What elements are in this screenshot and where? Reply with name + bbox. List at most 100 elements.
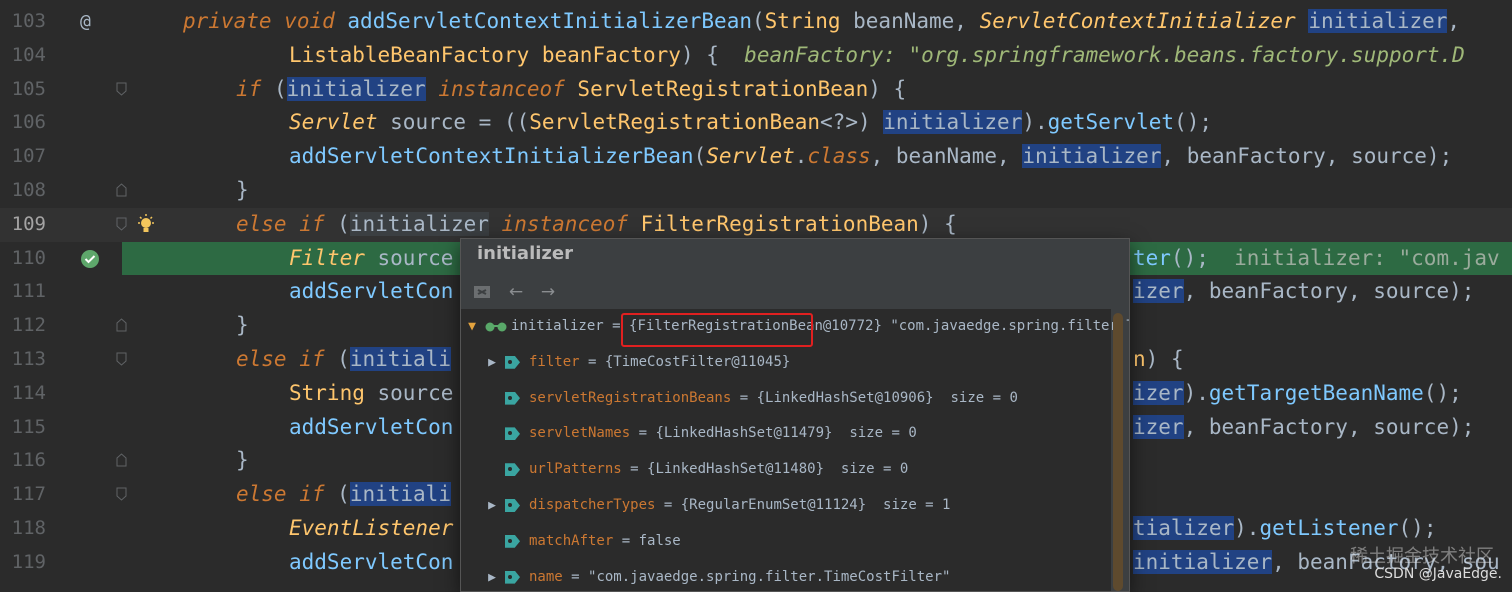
tree-field-row[interactable]: servletRegistrationBeans = {LinkedHashSe… [461,381,1111,417]
code-text: addServletContextInitializerBean(Servlet… [289,144,1453,169]
lightbulb-icon[interactable] [136,213,156,236]
line-number: 103 [11,10,46,32]
tree-field-row[interactable]: ▶ dispatcherTypes = {RegularEnumSet@11124… [461,488,1111,524]
field-name: servletNames [529,425,631,442]
override-icon[interactable]: @ [80,5,91,39]
code-text: } [236,313,249,338]
line-number: 118 [11,517,46,539]
inline-value-hint: initializer: "com.jav [1234,245,1500,270]
code-line[interactable]: 107 addServletContextInitializerBean(Ser… [0,140,1512,174]
line-number: 114 [11,381,46,404]
field-name: name [529,568,563,585]
field-name: matchAfter [529,532,614,549]
field-value: = {LinkedHashSet@10906} [739,389,934,406]
code-text: if (initializer instanceof ServletRegist… [236,76,907,101]
code-line[interactable]: 104 ListableBeanFactory beanFactory) { b… [0,39,1512,73]
fold-icon[interactable] [116,487,127,501]
code-text: } [236,448,249,473]
field-value: = {LinkedHashSet@11480} [630,461,825,478]
fold-icon[interactable] [116,352,127,366]
code-text: else if (initiali [236,482,451,507]
field-icon [505,499,520,512]
tree-field-row[interactable]: matchAfter = false [461,524,1111,560]
code-text: EventListener [289,516,454,540]
line-number: 111 [11,280,46,303]
field-name: servletRegistrationBeans [529,389,732,406]
scrollbar[interactable] [1113,313,1123,591]
tree-field-row[interactable]: urlPatterns = {LinkedHashSet@11480} size… [461,452,1111,488]
breakpoint-check-icon[interactable] [80,249,100,269]
code-text: private void addServletContextInitialize… [183,9,1461,33]
code-text: else if (initializer instanceof FilterRe… [236,211,957,236]
code-text: ter(); initializer: "com.jav [1133,245,1500,270]
code-text: izer, beanFactory, source); [1133,279,1475,304]
field-size: size = 0 [950,389,1018,406]
code-line-current[interactable]: 109 else if (initializer instanceof Filt… [0,207,1512,242]
line-number: 104 [11,43,46,66]
fold-icon[interactable] [116,217,127,231]
code-text: addServletCon [289,549,454,574]
code-line[interactable]: 108 } [0,174,1512,208]
field-icon [505,391,520,405]
line-number: 105 [11,77,46,100]
fold-icon[interactable] [116,183,127,197]
code-text: tializer).getListener(); [1133,516,1437,540]
expand-arrow-icon[interactable]: ▶ [485,345,499,381]
line-number: 117 [11,483,46,506]
forward-arrow-icon[interactable]: → [537,281,559,303]
fold-icon[interactable] [116,318,127,332]
field-name: urlPatterns [529,461,622,478]
field-name: filter [529,353,580,370]
line-number: 119 [11,550,46,573]
debug-inspect-popup[interactable]: initializer ← → ▼ initializer = {FilterR… [460,238,1130,592]
field-icon [505,427,520,441]
fold-icon[interactable] [116,453,127,467]
watermark-faint: 稀土掘金技术社区 [1350,546,1494,567]
line-number: 115 [11,415,46,438]
tree-field-row[interactable]: ▶ name = "com.javaedge.spring.filter.Time… [461,560,1111,591]
code-text: ListableBeanFactory beanFactory) { beanF… [289,42,1465,67]
field-icon [505,534,520,548]
code-text: n) { [1133,347,1184,371]
field-size: size = 0 [840,461,909,478]
code-line[interactable]: 106 Servlet source = ((ServletRegistrati… [0,106,1512,140]
field-name: dispatcherTypes [529,497,656,513]
line-number: 113 [11,348,46,370]
collapse-arrow-icon[interactable]: ▼ [465,309,479,345]
code-text: } [236,178,249,202]
code-text: addServletCon [289,414,454,439]
field-value: = false [621,532,681,549]
root-name: initializer [511,318,604,334]
field-size: size = 1 [883,497,951,513]
tree-field-row[interactable]: ▶ filter = {TimeCostFilter@11045} [461,345,1111,381]
line-number: 112 [11,314,46,337]
code-line[interactable]: 103 @ private void addServletContextInit… [0,5,1512,39]
back-arrow-icon[interactable]: ← [505,281,527,303]
popup-title: initializer [477,243,573,264]
line-number: 116 [11,449,46,472]
code-line[interactable]: 105 if (initializer instanceof ServletRe… [0,73,1512,107]
field-value: = "com.javaedge.spring.filter.TimeCostFi… [571,568,951,585]
field-icon [505,463,520,477]
root-value: "com.javaedge.spring.filter.Ti [890,318,1130,334]
field-value: = {RegularEnumSet@11124} [663,497,867,513]
expand-arrow-icon[interactable]: ▶ [485,560,499,591]
tree-field-row[interactable]: servletNames = {LinkedHashSet@11479} siz… [461,416,1111,452]
line-number: 107 [11,145,46,168]
field-icon [505,570,520,584]
code-text: izer).getTargetBeanName(); [1133,380,1462,405]
code-text: Filter source [289,245,454,270]
line-number: 106 [11,111,46,134]
line-number: 110 [11,246,46,269]
highlight-box [621,313,813,347]
collapse-all-icon[interactable] [471,281,493,303]
field-icon [505,355,520,369]
expand-arrow-icon[interactable]: ▶ [485,488,499,524]
line-number: 109 [11,212,46,235]
fold-icon[interactable] [116,82,127,96]
variables-tree[interactable]: ▼ initializer = {FilterRegistrationBean@… [461,309,1129,591]
field-value: = {LinkedHashSet@11479} [638,425,833,442]
field-value: = {TimeCostFilter@11045} [588,353,791,370]
line-number: 108 [11,179,46,201]
code-text: String source [289,380,454,405]
